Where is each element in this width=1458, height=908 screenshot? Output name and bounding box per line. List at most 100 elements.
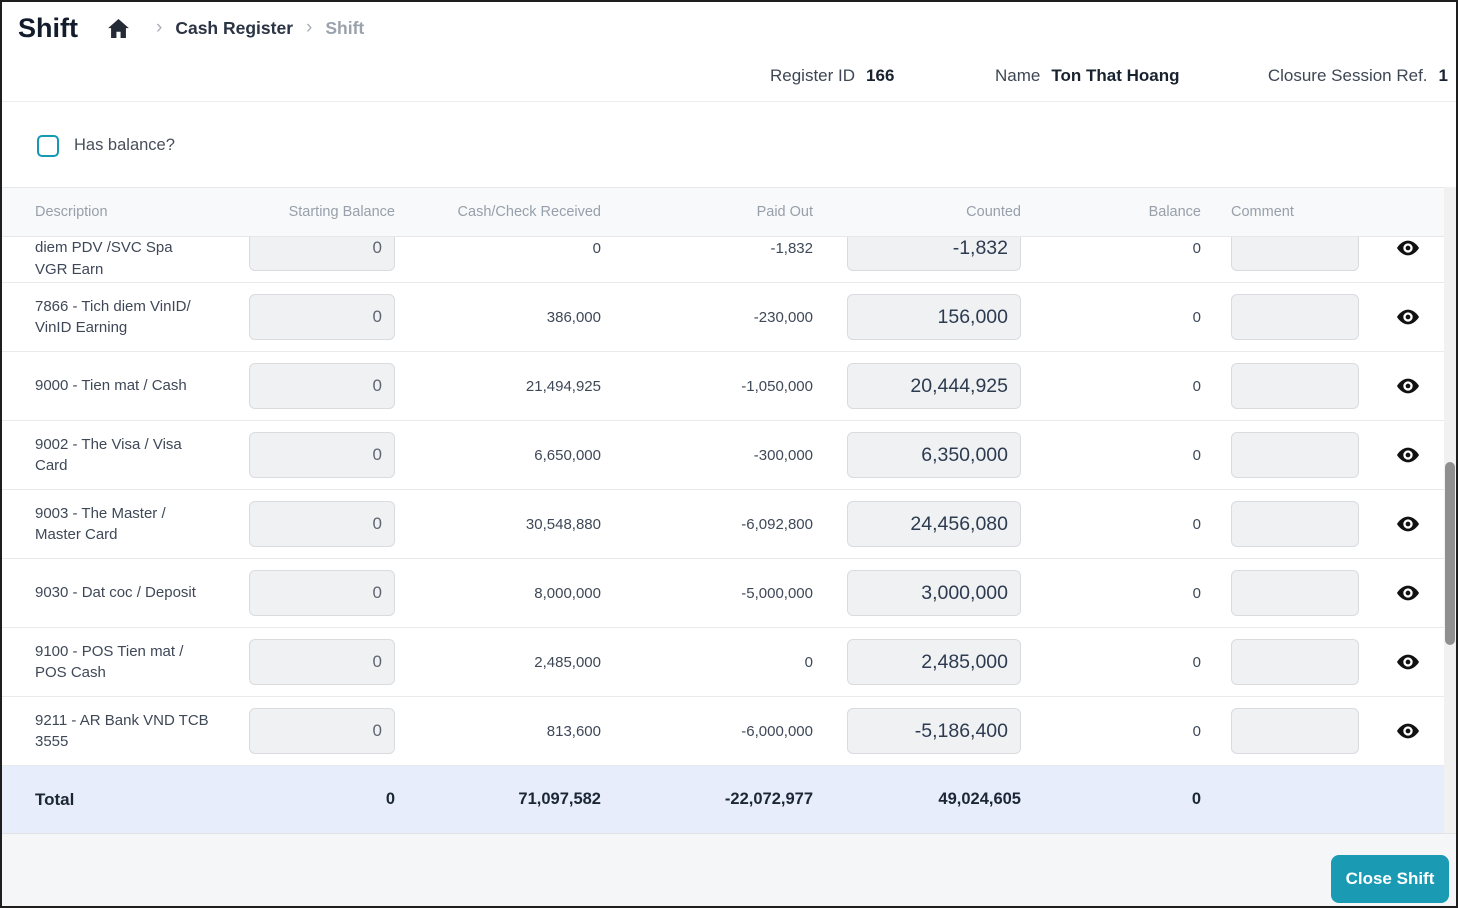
total-label: Total <box>35 789 75 809</box>
home-icon[interactable] <box>108 18 129 38</box>
starting-balance-input[interactable] <box>249 237 395 271</box>
table-row: 9030 - Dat coc / Deposit 8,000,000 -5,00… <box>2 559 1456 628</box>
comment-input[interactable] <box>1231 639 1359 685</box>
row-description: 9000 - Tien mat / Cash <box>35 377 187 395</box>
row-description: 9030 - Dat coc / Deposit <box>35 584 196 602</box>
closure-ref-value: 1 <box>1438 66 1448 85</box>
has-balance-section: Has balance? <box>2 102 1456 187</box>
comment-input[interactable] <box>1231 363 1359 409</box>
col-header-description: Description <box>35 204 108 220</box>
counted-input[interactable] <box>847 501 1021 547</box>
breadcrumb-cash-register[interactable]: Cash Register <box>175 18 293 39</box>
total-paid-out: -22,072,977 <box>724 790 813 808</box>
table-row: 7726 - SVC Spa Tich diem PDV /SVC Spa VG… <box>2 237 1456 283</box>
table-row: 9000 - Tien mat / Cash 21,494,925 -1,050… <box>2 352 1456 421</box>
row-description: 7726 - SVC Spa Tich diem PDV /SVC Spa VG… <box>35 239 173 278</box>
cell-received: 6,650,000 <box>534 446 601 464</box>
comment-input[interactable] <box>1231 501 1359 547</box>
row-description: 9211 - AR Bank VND TCB 3555 <box>35 711 209 750</box>
name-group: Name Ton That Hoang <box>995 66 1179 86</box>
total-balance: 0 <box>1191 790 1201 808</box>
comment-input[interactable] <box>1231 294 1359 340</box>
cell-paid-out: -1,832 <box>770 239 813 257</box>
footer-bar: Close Shift <box>2 833 1456 906</box>
cell-paid-out: -6,092,800 <box>741 515 813 533</box>
eye-icon[interactable] <box>1396 240 1419 256</box>
cell-balance: 0 <box>1192 722 1201 740</box>
register-id-group: Register ID 166 <box>770 66 894 86</box>
app-window: Shift › Cash Register › Shift Register I… <box>0 0 1458 908</box>
cell-received: 813,600 <box>546 722 601 740</box>
starting-balance-input[interactable] <box>249 639 395 685</box>
session-info-bar: Register ID 166 Name Ton That Hoang Clos… <box>2 54 1456 102</box>
has-balance-checkbox[interactable] <box>37 134 59 157</box>
table-scrollbar-thumb[interactable] <box>1445 462 1455 645</box>
name-label: Name <box>995 66 1041 85</box>
comment-input[interactable] <box>1231 432 1359 478</box>
cell-paid-out: -1,050,000 <box>741 377 813 395</box>
col-header-starting-balance: Starting Balance <box>288 204 395 220</box>
starting-balance-input[interactable] <box>249 363 395 409</box>
comment-input[interactable] <box>1231 237 1359 271</box>
counted-input[interactable] <box>847 570 1021 616</box>
col-header-balance: Balance <box>1148 204 1201 220</box>
cell-balance: 0 <box>1192 377 1201 395</box>
close-shift-button[interactable]: Close Shift <box>1331 855 1449 903</box>
eye-icon[interactable] <box>1396 516 1419 532</box>
counted-input[interactable] <box>847 432 1021 478</box>
counted-input[interactable] <box>847 639 1021 685</box>
comment-input[interactable] <box>1231 708 1359 754</box>
eye-icon[interactable] <box>1396 447 1419 463</box>
col-header-received: Cash/Check Received <box>457 204 601 220</box>
table-row: 7866 - Tich diem VinID/ VinID Earning 38… <box>2 283 1456 352</box>
total-counted: 49,024,605 <box>938 790 1021 808</box>
cell-paid-out: -300,000 <box>753 446 813 464</box>
topbar: Shift › Cash Register › Shift <box>2 2 1456 54</box>
col-header-counted: Counted <box>966 204 1021 220</box>
starting-balance-input[interactable] <box>249 294 395 340</box>
row-description: 9003 - The Master / Master Card <box>35 504 166 543</box>
row-description: 9100 - POS Tien mat / POS Cash <box>35 642 184 681</box>
eye-icon[interactable] <box>1396 723 1419 739</box>
breadcrumb-separator: › <box>306 17 313 38</box>
cell-balance: 0 <box>1192 239 1201 257</box>
counted-input[interactable] <box>847 708 1021 754</box>
eye-icon[interactable] <box>1396 654 1419 670</box>
counted-input[interactable] <box>847 363 1021 409</box>
eye-icon[interactable] <box>1396 378 1419 394</box>
starting-balance-input[interactable] <box>249 570 395 616</box>
starting-balance-input[interactable] <box>249 432 395 478</box>
starting-balance-input[interactable] <box>249 708 395 754</box>
cell-received: 0 <box>592 239 601 257</box>
register-id-label: Register ID <box>770 66 856 85</box>
cell-paid-out: -5,000,000 <box>741 584 813 602</box>
comment-input[interactable] <box>1231 570 1359 616</box>
cell-paid-out: -230,000 <box>753 308 813 326</box>
page-title: Shift <box>18 12 78 43</box>
closure-ref-group: Closure Session Ref. 1 <box>1268 66 1448 86</box>
cell-received: 8,000,000 <box>534 584 601 602</box>
total-received: 71,097,582 <box>518 790 601 808</box>
row-description: 9002 - The Visa / Visa Card <box>35 435 182 474</box>
table-row: 9003 - The Master / Master Card 30,548,8… <box>2 490 1456 559</box>
starting-balance-input[interactable] <box>249 501 395 547</box>
has-balance-label: Has balance? <box>74 136 175 154</box>
total-starting-balance: 0 <box>385 790 395 808</box>
cell-received: 386,000 <box>546 308 601 326</box>
breadcrumb-shift: Shift <box>325 17 365 38</box>
eye-icon[interactable] <box>1396 585 1419 601</box>
cell-received: 2,485,000 <box>534 653 601 671</box>
cell-received: 21,494,925 <box>525 377 601 395</box>
col-header-paid-out: Paid Out <box>756 204 813 220</box>
counted-input[interactable] <box>847 294 1021 340</box>
closure-ref-label: Closure Session Ref. <box>1267 66 1428 85</box>
register-id-value: 166 <box>866 66 895 85</box>
row-description: 7866 - Tich diem VinID/ VinID Earning <box>35 297 191 336</box>
table-header-row: Description Starting Balance Cash/Check … <box>2 187 1456 237</box>
counted-input[interactable] <box>847 237 1021 271</box>
name-value: Ton That Hoang <box>1051 66 1180 85</box>
col-header-comment: Comment <box>1231 204 1294 220</box>
eye-icon[interactable] <box>1396 309 1419 325</box>
breadcrumb-separator: › <box>156 17 163 38</box>
table-row: 9100 - POS Tien mat / POS Cash 2,485,000… <box>2 628 1456 697</box>
